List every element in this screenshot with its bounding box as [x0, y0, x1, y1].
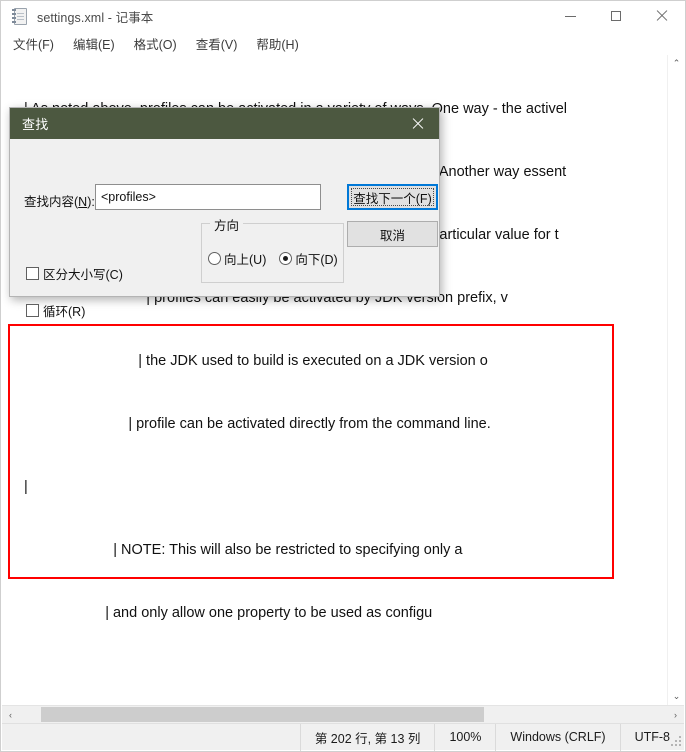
- window-title: settings.xml - 记事本: [37, 10, 154, 25]
- cancel-button-label: 取消: [379, 228, 405, 243]
- resize-grip-icon[interactable]: [670, 736, 682, 748]
- notepad-icon: [12, 7, 29, 25]
- find-close-icon[interactable]: [397, 108, 439, 139]
- title-bar: settings.xml - 记事本: [1, 1, 685, 32]
- radio-down-indicator: [279, 252, 293, 265]
- checkbox-wrap-around[interactable]: 循环(R): [26, 301, 85, 320]
- status-cursor-position: 第 202 行, 第 13 列: [299, 723, 435, 751]
- doc-line-tail: | NOTE: This will also be restricted to …: [105, 542, 463, 558]
- scroll-right-icon[interactable]: ›: [667, 706, 684, 724]
- menu-edit[interactable]: 编辑(E): [73, 32, 124, 55]
- status-bar: 第 202 行, 第 13 列 100% Windows (CRLF) UTF-…: [2, 723, 684, 751]
- radio-up-label: 向上(U): [224, 253, 267, 267]
- menu-help[interactable]: 帮助(H): [256, 32, 307, 55]
- horizontal-scroll-thumb[interactable]: [41, 706, 484, 722]
- doc-line: |: [16, 479, 28, 495]
- find-what-label: 查找内容(N):: [24, 195, 95, 209]
- find-dialog-body: 查找内容(N): 查找下一个(F) 取消 方向 向上(U) 向下(D): [10, 139, 439, 319]
- scroll-left-icon[interactable]: ‹: [2, 706, 19, 724]
- scroll-up-icon[interactable]: ⌃: [668, 55, 685, 72]
- notepad-window: settings.xml - 记事本 文件(F) 编辑(E) 格式(O) 查看(…: [0, 0, 686, 752]
- doc-line: | or when a build | the JDK used to buil…: [16, 351, 662, 372]
- status-line-ending: Windows (CRLF): [495, 723, 619, 751]
- status-zoom: 100%: [434, 723, 495, 751]
- doc-line-tail: | the JDK used to build is executed on a…: [130, 353, 488, 369]
- direction-group: 方向 向上(U) 向下(D): [201, 215, 344, 283]
- maximize-button[interactable]: [593, 1, 639, 32]
- radio-up-indicator: [208, 252, 221, 265]
- menu-view[interactable]: 查看(V): [196, 32, 247, 55]
- find-what-input[interactable]: [95, 184, 321, 210]
- doc-line: | allows pro | and only allow one proper…: [16, 603, 662, 624]
- close-button[interactable]: [639, 1, 685, 32]
- doc-line: | Additionally, a | profile can be activ…: [16, 414, 662, 435]
- window-controls: [547, 1, 685, 32]
- match-case-label: 区分大小写(C): [43, 268, 123, 282]
- doc-line: [16, 666, 662, 687]
- match-case-checkbox-box: [26, 267, 39, 280]
- doc-line-tail: | and only allow one property to be used…: [97, 605, 433, 621]
- menu-file[interactable]: 文件(F): [13, 32, 63, 55]
- radio-down-label: 向下(D): [295, 253, 338, 267]
- doc-line: | Profiles are | NOTE: This will also be…: [16, 540, 662, 561]
- wrap-around-checkbox-box: [26, 304, 39, 317]
- radio-direction-down[interactable]: 向下(D): [279, 249, 338, 268]
- wrap-around-label: 循环(R): [43, 305, 86, 319]
- find-dialog: 查找 查找内容(N): 查找下一个(F) 取消 方向 向上(U): [9, 107, 440, 319]
- menu-format[interactable]: 格式(O): [134, 32, 186, 55]
- vertical-scrollbar[interactable]: ⌃ ⌄: [667, 55, 684, 705]
- direction-radio-row: 向上(U) 向下(D): [208, 249, 338, 268]
- checkbox-match-case[interactable]: 区分大小写(C): [26, 264, 123, 283]
- find-dialog-titlebar: 查找: [10, 108, 439, 139]
- find-next-button-label: 查找下一个(F): [351, 188, 434, 206]
- scroll-down-icon[interactable]: ⌄: [668, 688, 685, 705]
- radio-direction-up[interactable]: 向上(U): [208, 249, 266, 268]
- horizontal-scroll-track[interactable]: [19, 706, 667, 724]
- find-next-button[interactable]: 查找下一个(F): [347, 184, 438, 210]
- horizontal-scrollbar[interactable]: ‹ ›: [2, 705, 684, 723]
- minimize-button[interactable]: [547, 1, 593, 32]
- direction-group-label: 方向: [210, 215, 244, 234]
- find-dialog-title: 查找: [22, 117, 49, 132]
- doc-line-tail: | profile can be activated directly from…: [120, 416, 491, 432]
- menu-bar: 文件(F) 编辑(E) 格式(O) 查看(V) 帮助(H): [1, 32, 685, 54]
- cancel-button[interactable]: 取消: [347, 221, 438, 247]
